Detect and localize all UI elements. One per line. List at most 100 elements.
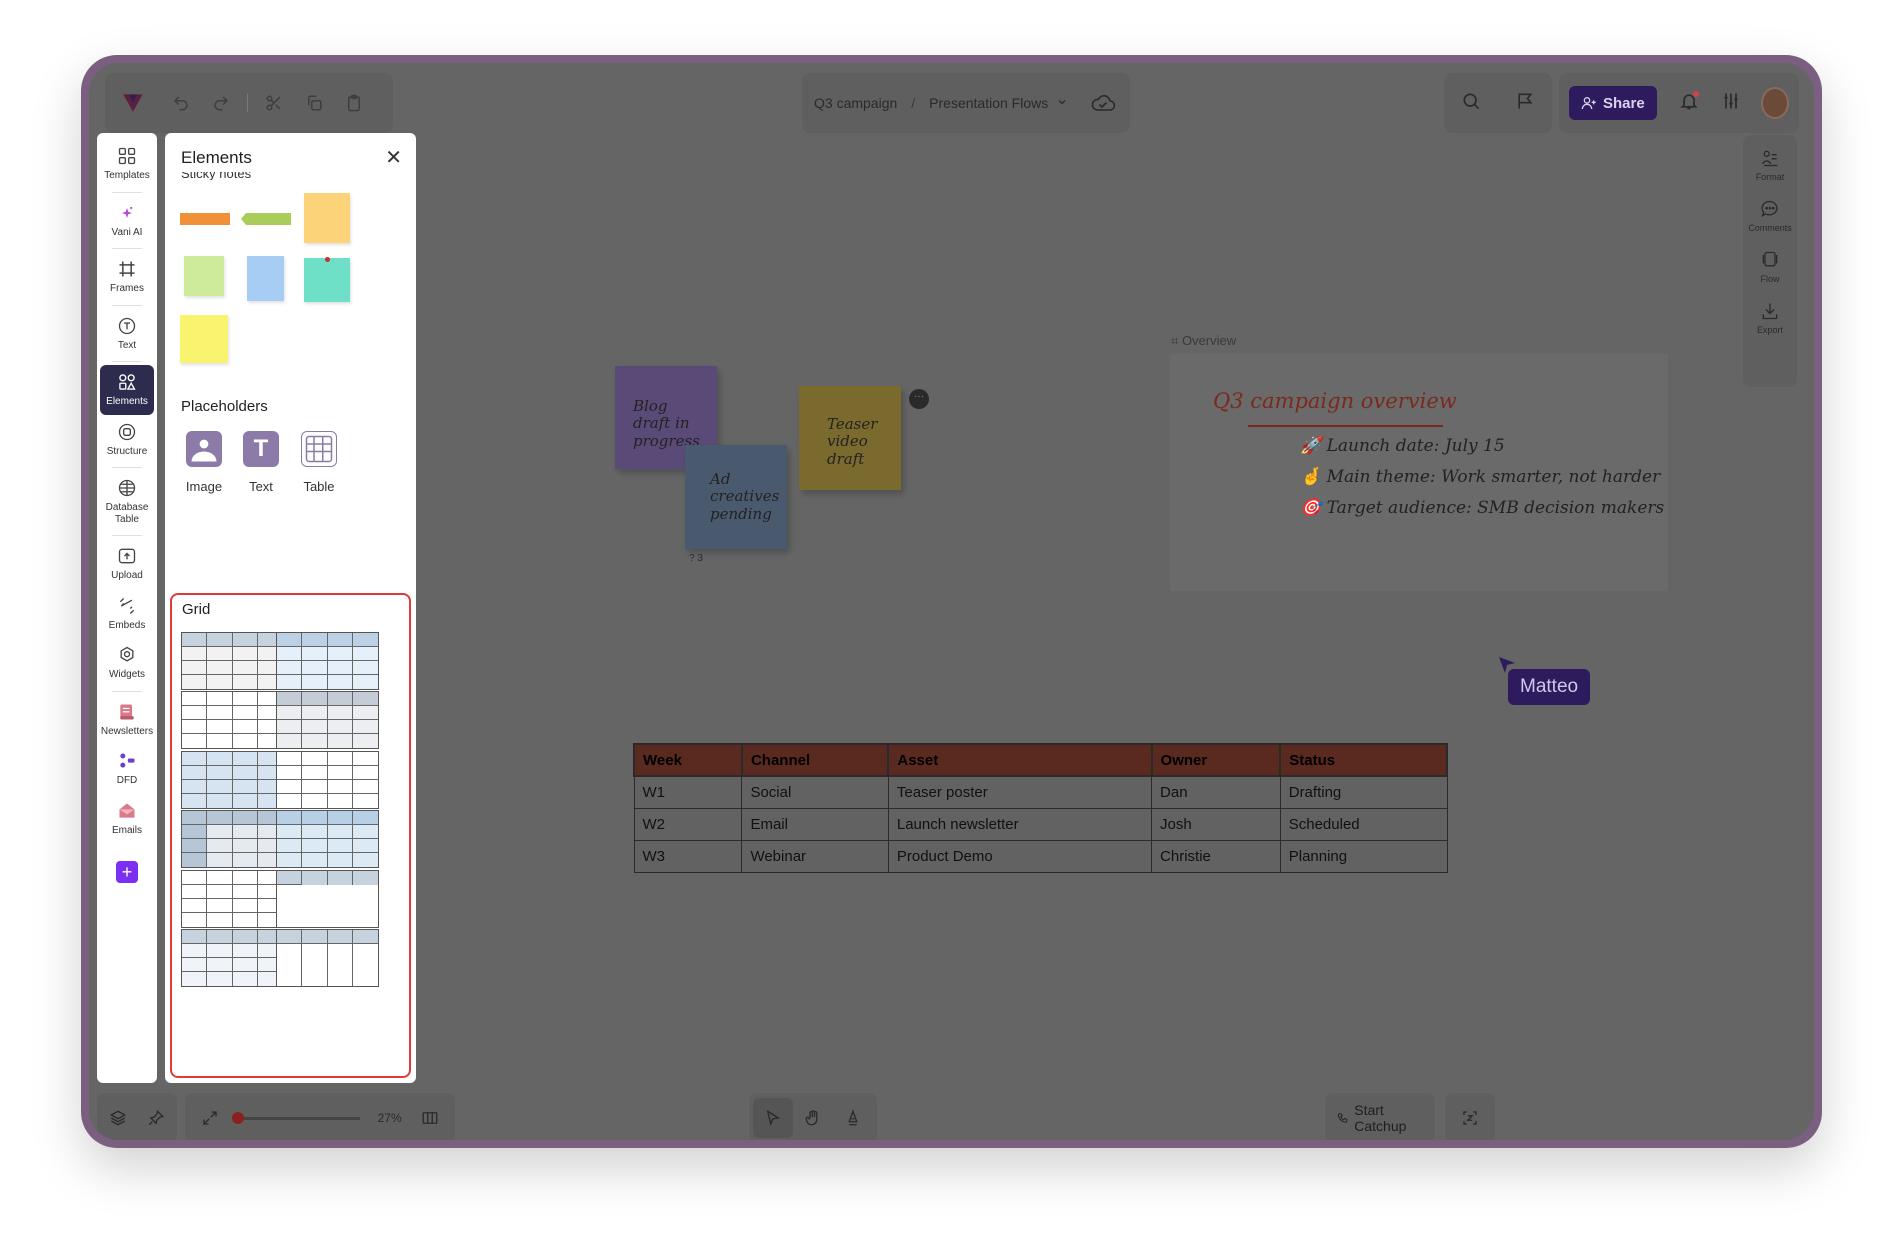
table-cell[interactable]: Social	[741, 775, 889, 809]
canvas-sticky-ad[interactable]: Ad creatives pending	[685, 445, 787, 549]
table-cell[interactable]: Webinar	[741, 839, 889, 873]
grid-style-7[interactable]	[181, 810, 284, 868]
chevron-down-icon[interactable]	[1056, 95, 1068, 111]
rail-item-widgets[interactable]: Widgets	[99, 638, 155, 688]
table-cell[interactable]: Planning	[1279, 839, 1448, 873]
divider	[112, 191, 142, 193]
green-sticky[interactable]	[184, 256, 224, 296]
hand-pan-icon[interactable]	[793, 1098, 833, 1138]
grid-style-3[interactable]	[181, 691, 284, 749]
layers-icon[interactable]	[99, 1098, 137, 1138]
rail-item-embeds[interactable]: Embeds	[99, 589, 155, 639]
table-cell[interactable]: Teaser poster	[887, 775, 1153, 809]
rail-item-export[interactable]: Export	[1757, 301, 1783, 335]
table-cell[interactable]: Christie	[1151, 839, 1281, 873]
grid-style-2[interactable]	[276, 632, 379, 690]
table-cell[interactable]: Josh	[1151, 807, 1281, 841]
divider	[112, 304, 142, 306]
avatar[interactable]	[1760, 87, 1789, 119]
zoom-slider[interactable]	[232, 1111, 360, 1124]
cut-icon[interactable]	[254, 83, 294, 123]
table-cell[interactable]: Scheduled	[1279, 807, 1448, 841]
rail-item-upload[interactable]: Upload	[99, 539, 155, 589]
close-icon[interactable]: ✕	[385, 145, 402, 170]
minimap-icon[interactable]	[412, 1098, 449, 1138]
settings-sliders-icon[interactable]	[1721, 91, 1741, 116]
schedule-table[interactable]: Week Channel Asset Owner Status W1 Socia…	[633, 743, 1448, 873]
tape-green-sticky[interactable]	[241, 213, 291, 225]
format-icon	[1761, 150, 1778, 167]
app-logo[interactable]	[105, 73, 161, 133]
rail-item-elements[interactable]: Elements	[100, 365, 154, 415]
grid-style-1[interactable]	[181, 632, 284, 690]
clipped-blue-sticky[interactable]	[247, 256, 284, 301]
grid-style-5[interactable]	[181, 751, 284, 809]
rail-item-vani-ai[interactable]: Vani AI	[99, 196, 155, 246]
fullscreen-icon[interactable]	[191, 1098, 228, 1138]
add-plugin-button[interactable]: +	[116, 861, 138, 883]
paste-icon[interactable]	[334, 83, 374, 123]
cloud-sync-icon[interactable]	[1088, 88, 1118, 118]
pinned-yellow-sticky[interactable]	[304, 193, 350, 243]
grid-style-8[interactable]	[276, 810, 379, 868]
rail-item-templates[interactable]: Templates	[99, 139, 155, 189]
grid-style-12[interactable]	[276, 929, 379, 987]
grid-style-11[interactable]	[181, 929, 284, 987]
select-cursor-icon[interactable]	[753, 1098, 793, 1138]
rail-item-database-table[interactable]: Database Table	[99, 471, 155, 532]
grid-style-6[interactable]	[276, 751, 379, 809]
pinned-teal-sticky[interactable]	[304, 258, 350, 302]
rail-item-flow[interactable]: Flow	[1760, 250, 1780, 284]
table-header[interactable]: Channel	[740, 743, 890, 777]
grid-style-9[interactable]	[181, 870, 284, 928]
search-icon[interactable]	[1461, 91, 1481, 116]
overview-frame-label[interactable]: ⌗ Overview	[1171, 333, 1236, 349]
sticky-reaction[interactable]: ? 3	[689, 553, 703, 564]
zoom-slider-handle[interactable]	[232, 1111, 245, 1124]
rail-item-format[interactable]: Format	[1756, 148, 1784, 182]
placeholder-table[interactable]: Table	[289, 431, 349, 494]
table-cell[interactable]: W1	[633, 775, 743, 809]
notification-bell-icon[interactable]	[1679, 90, 1699, 116]
table-header[interactable]: Status	[1279, 743, 1448, 777]
table-cell[interactable]: Email	[741, 807, 889, 841]
rail-item-frames[interactable]: Frames	[99, 252, 155, 302]
table-header[interactable]: Week	[633, 743, 743, 777]
pin-icon[interactable]	[137, 1098, 175, 1138]
table-cell[interactable]: W2	[633, 807, 743, 841]
comment-bubble-icon[interactable]: ···	[909, 389, 929, 409]
redo-icon[interactable]	[201, 83, 241, 123]
rail-item-dfd[interactable]: DFD	[99, 744, 155, 794]
table-header-row: Week Channel Asset Owner Status	[633, 743, 1448, 777]
start-catchup-button[interactable]: Start Catchup	[1325, 1102, 1435, 1134]
scan-icon[interactable]	[1450, 1098, 1490, 1138]
present-icon[interactable]	[1515, 91, 1535, 116]
rail-item-structure[interactable]: Structure	[99, 415, 155, 465]
table-cell[interactable]: Drafting	[1279, 775, 1448, 809]
placeholder-image[interactable]: Image	[174, 431, 234, 494]
placeholder-text[interactable]: T Text	[231, 431, 291, 494]
table-cell[interactable]: Launch newsletter	[887, 807, 1153, 841]
rail-item-newsletters[interactable]: Newsletters	[99, 695, 155, 745]
table-header[interactable]: Owner	[1150, 743, 1282, 777]
overview-frame[interactable]: Q3 campaign overview 🚀 Launch date: July…	[1170, 354, 1668, 591]
grid-style-4[interactable]	[276, 691, 379, 749]
tape-orange-sticky[interactable]	[180, 213, 230, 225]
yellow-sticky[interactable]	[180, 315, 228, 363]
breadcrumb-page[interactable]: Presentation Flows	[929, 95, 1048, 111]
rail-item-emails[interactable]: Emails	[99, 794, 155, 844]
rail-item-text[interactable]: Text	[99, 309, 155, 359]
rail-item-comments[interactable]: Comments	[1748, 199, 1792, 233]
table-cell[interactable]: W3	[633, 839, 743, 873]
pen-icon[interactable]	[833, 1098, 873, 1138]
canvas-sticky-teaser[interactable]: Teaser video draft	[799, 386, 901, 490]
undo-icon[interactable]	[161, 83, 201, 123]
grid-style-10[interactable]	[276, 870, 379, 928]
table-header[interactable]: Asset	[887, 743, 1153, 777]
rail-label: Database Table	[105, 502, 149, 525]
breadcrumb-project[interactable]: Q3 campaign	[814, 95, 897, 111]
share-button[interactable]: Share	[1569, 86, 1657, 120]
table-cell[interactable]: Dan	[1151, 775, 1281, 809]
copy-icon[interactable]	[294, 83, 334, 123]
table-cell[interactable]: Product Demo	[887, 839, 1153, 873]
